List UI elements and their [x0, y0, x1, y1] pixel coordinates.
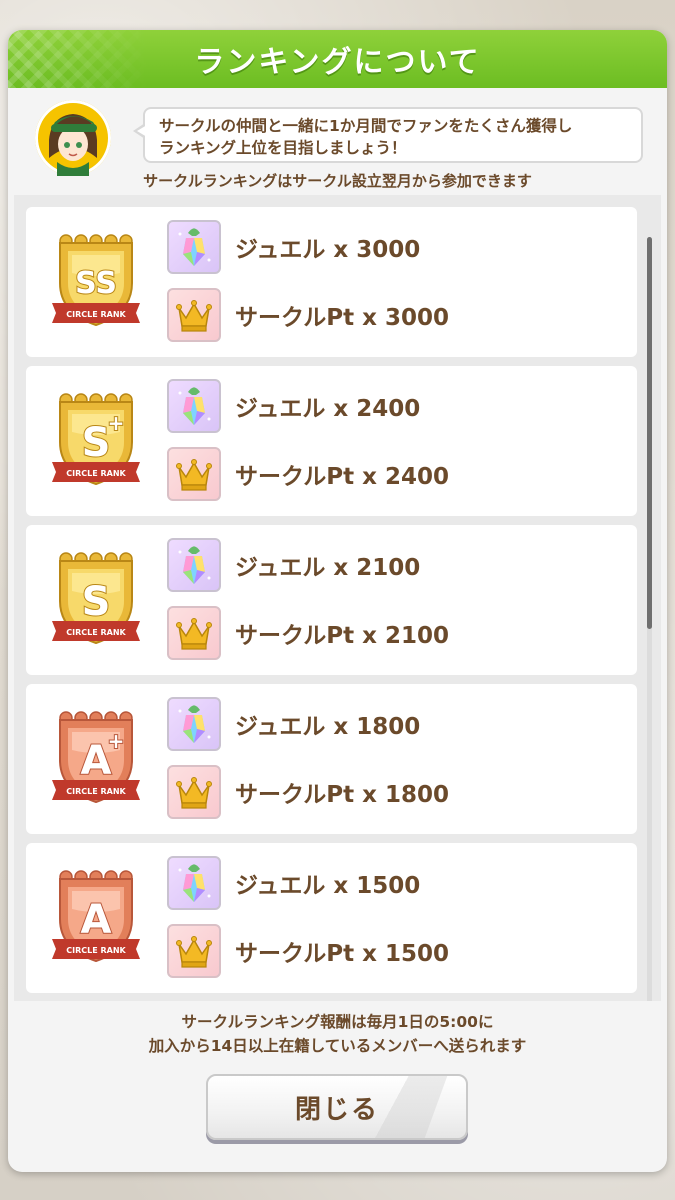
svg-text:CIRCLE RANK: CIRCLE RANK [66, 787, 126, 796]
speech-line-1: サークルの仲間と一緒に1か月間でファンをたくさん獲得し [159, 117, 573, 135]
jewel-reward-text: ジュエル x 2400 [235, 396, 421, 422]
delivery-note-line-1: サークルランキング報酬は毎月1日の5:00に [181, 1013, 494, 1031]
rank-reward-card: CIRCLE RANK A ジュエル x 1500 サークルPt x 1500 [26, 843, 637, 993]
circle-pt-reward-text: サークルPt x 3000 [235, 305, 450, 331]
dialog-title: ランキングについて [194, 45, 481, 80]
circle-rank-badge-icon: CIRCLE RANK SS [50, 227, 142, 335]
svg-text:CIRCLE RANK: CIRCLE RANK [66, 628, 126, 637]
svg-text:+: + [108, 729, 125, 753]
scrollbar[interactable] [647, 237, 652, 1001]
jewel-icon[interactable] [167, 379, 221, 433]
jewel-reward-row: ジュエル x 2100 [167, 537, 420, 593]
delivery-note-line-2: 加入から14日以上在籍しているメンバーへ送られます [148, 1037, 527, 1055]
svg-text:S: S [82, 579, 111, 625]
circle-pt-reward-text: サークルPt x 2100 [235, 623, 450, 649]
jewel-reward-row: ジュエル x 2400 [167, 378, 420, 434]
circle-rank-badge-icon: CIRCLE RANK A [50, 863, 142, 971]
circle-pt-reward-row: サークルPt x 2400 [167, 446, 449, 502]
jewel-reward-row: ジュエル x 1500 [167, 855, 420, 911]
jewel-reward-text: ジュエル x 1500 [235, 873, 421, 899]
jewel-reward-row: ジュエル x 1800 [167, 696, 420, 752]
close-button-label: 閉じる [294, 1094, 379, 1125]
speech-bubble: サークルの仲間と一緒に1か月間でファンをたくさん獲得し ランキング上位を目指しま… [133, 107, 643, 163]
circle-pt-reward-text: サークルPt x 1800 [235, 782, 450, 808]
circle-pt-reward-text: サークルPt x 1500 [235, 941, 450, 967]
ranking-dialog: ランキングについて サークルの仲間と一緒に1か月間でファンをたくさん獲得し ラン… [8, 30, 667, 1172]
crown-icon[interactable] [167, 606, 221, 660]
circle-pt-reward-row: サークルPt x 3000 [167, 287, 449, 343]
svg-text:SS: SS [75, 266, 117, 301]
crown-icon[interactable] [167, 447, 221, 501]
circle-pt-reward-row: サークルPt x 1800 [167, 764, 449, 820]
jewel-reward-text: ジュエル x 1800 [235, 714, 421, 740]
crown-icon[interactable] [167, 288, 221, 342]
reward-delivery-note: サークルランキング報酬は毎月1日の5:00に 加入から14日以上在籍しているメン… [8, 1010, 667, 1058]
close-button[interactable]: 閉じる [206, 1074, 468, 1140]
circle-pt-reward-row: サークルPt x 2100 [167, 605, 449, 661]
scrollbar-thumb[interactable] [647, 237, 652, 629]
crown-icon[interactable] [167, 924, 221, 978]
circle-pt-reward-text: サークルPt x 2400 [235, 464, 450, 490]
character-avatar [35, 100, 111, 176]
rank-reward-card: CIRCLE RANK A + ジュエル x 1800 サークルPt x 1800 [26, 684, 637, 834]
jewel-icon[interactable] [167, 856, 221, 910]
dialog-header: ランキングについて [8, 30, 667, 88]
speech-line-2: ランキング上位を目指しましょう！ [159, 139, 407, 157]
rank-reward-card: CIRCLE RANK S ジュエル x 2100 サークルPt x 2100 [26, 525, 637, 675]
svg-text:A: A [81, 897, 112, 943]
jewel-icon[interactable] [167, 697, 221, 751]
circle-rank-badge-icon: CIRCLE RANK S [50, 545, 142, 653]
jewel-reward-row: ジュエル x 3000 [167, 219, 420, 275]
svg-text:+: + [108, 411, 125, 435]
crown-icon[interactable] [167, 765, 221, 819]
svg-text:CIRCLE RANK: CIRCLE RANK [66, 469, 126, 478]
circle-rank-badge-icon: CIRCLE RANK S + [50, 386, 142, 494]
jewel-icon[interactable] [167, 538, 221, 592]
rank-reward-card: CIRCLE RANK SS ジュエル x 3000 サークルPt x 3000 [26, 207, 637, 357]
jewel-icon[interactable] [167, 220, 221, 274]
rank-reward-card: CIRCLE RANK S + ジュエル x 2400 サークルPt x 2400 [26, 366, 637, 516]
circle-rank-badge-icon: CIRCLE RANK A + [50, 704, 142, 812]
reward-list[interactable]: CIRCLE RANK SS ジュエル x 3000 サークルPt x 3000 … [14, 195, 661, 1001]
circle-pt-reward-row: サークルPt x 1500 [167, 923, 449, 979]
jewel-reward-text: ジュエル x 3000 [235, 237, 421, 263]
svg-text:CIRCLE RANK: CIRCLE RANK [66, 946, 126, 955]
svg-text:S: S [82, 420, 111, 466]
svg-text:CIRCLE RANK: CIRCLE RANK [66, 310, 126, 319]
participation-note: サークルランキングはサークル設立翌月から参加できます [143, 172, 532, 190]
jewel-reward-text: ジュエル x 2100 [235, 555, 421, 581]
